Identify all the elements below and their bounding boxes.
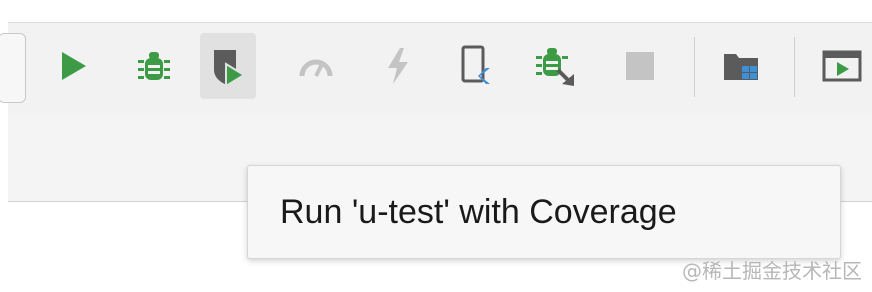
toolbar-separator [794,37,795,97]
watermark: @稀土掘金技术社区 [682,259,862,283]
run-window-button[interactable] [814,33,870,99]
profile-button[interactable] [288,33,344,99]
attach-debugger-button[interactable] [528,33,584,99]
project-structure-button[interactable] [714,33,770,99]
device-manager-icon [456,44,496,88]
run-configuration-selector[interactable] [0,33,26,103]
apply-changes-icon [380,46,416,86]
run-icon [54,48,90,84]
attach-debugger-icon [534,44,578,88]
stop-icon [622,48,658,84]
debug-icon [134,46,174,86]
debug-button[interactable] [126,33,182,99]
run-with-coverage-button[interactable] [200,33,256,99]
run-button[interactable] [44,33,100,99]
stop-button[interactable] [612,33,668,99]
apply-changes-button[interactable] [370,33,426,99]
tooltip: Run 'u-test' with Coverage [247,165,841,259]
run-window-icon [820,46,864,86]
project-structure-icon [720,46,764,86]
tooltip-text: Run 'u-test' with Coverage [280,192,677,231]
toolbar-separator [694,37,695,97]
main-toolbar [0,22,872,116]
profile-icon [296,46,336,86]
run-with-coverage-icon [206,44,250,88]
device-manager-button[interactable] [448,33,504,99]
